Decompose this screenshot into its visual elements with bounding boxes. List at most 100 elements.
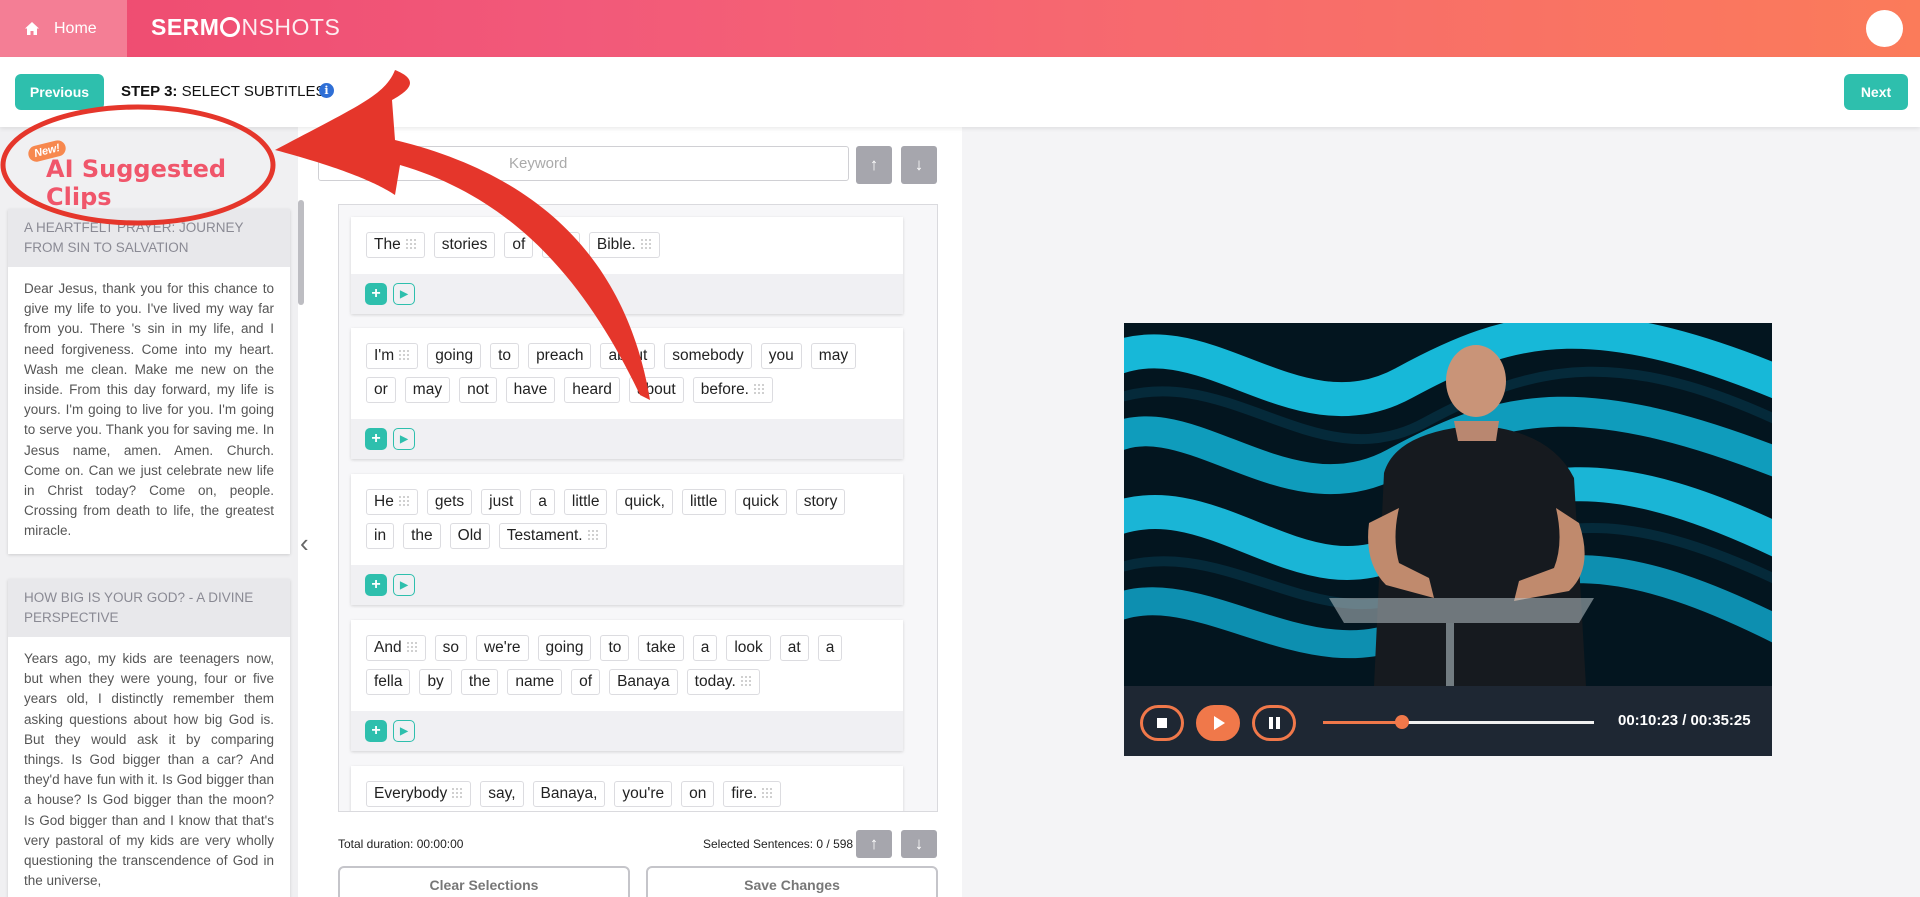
subtitle-word[interactable]: about — [628, 377, 684, 403]
subtitle-word[interactable]: Everybody — [366, 781, 472, 807]
user-avatar[interactable] — [1866, 10, 1903, 47]
subtitle-word[interactable]: by — [419, 669, 452, 695]
subtitle-word[interactable]: the — [403, 523, 441, 549]
video-player[interactable]: 00:10:23 / 00:35:25 — [1124, 323, 1772, 756]
subtitle-word[interactable]: have — [505, 377, 556, 403]
drag-handle-icon[interactable] — [404, 238, 417, 250]
play-sentence-icon[interactable]: ▶ — [393, 428, 415, 450]
subtitle-word[interactable]: little — [681, 489, 726, 515]
subtitle-word[interactable]: Testament. — [498, 523, 607, 549]
play-sentence-icon[interactable]: ▶ — [393, 720, 415, 742]
drag-handle-icon[interactable] — [739, 675, 752, 687]
subtitle-word[interactable]: Banaya, — [532, 781, 606, 807]
subtitle-word[interactable]: you — [760, 343, 802, 369]
subtitle-word[interactable]: Banaya — [609, 669, 678, 695]
subtitle-word[interactable]: on — [681, 781, 715, 807]
subtitle-word[interactable]: quick, — [616, 489, 673, 515]
pause-icon[interactable] — [1252, 705, 1296, 741]
subtitle-word[interactable]: going — [537, 635, 592, 661]
subtitle-word[interactable]: I'm — [366, 343, 419, 369]
next-button[interactable]: Next — [1844, 74, 1908, 110]
subtitle-word[interactable]: somebody — [664, 343, 752, 369]
subtitle-word[interactable]: the — [542, 232, 580, 258]
drag-handle-icon[interactable] — [753, 383, 765, 395]
save-changes-button[interactable]: Save Changes — [646, 866, 938, 897]
subtitle-word[interactable]: story — [795, 489, 846, 515]
subtitle-word[interactable]: to — [600, 635, 630, 661]
subtitle-word[interactable]: to — [490, 343, 520, 369]
subtitle-word[interactable]: not — [459, 377, 497, 403]
stop-icon[interactable] — [1140, 705, 1184, 741]
subtitle-word[interactable]: He — [366, 489, 418, 515]
subtitle-word[interactable]: gets — [426, 489, 473, 515]
ai-clip-card[interactable]: HOW BIG IS YOUR GOD? - A DIVINE PERSPECT… — [8, 579, 290, 897]
subtitle-word[interactable]: at — [779, 635, 809, 661]
subtitle-word[interactable]: And — [366, 635, 426, 661]
play-icon[interactable] — [1196, 705, 1240, 741]
subtitle-word[interactable]: you're — [614, 781, 673, 807]
subtitle-word[interactable]: fire. — [723, 781, 782, 807]
subtitle-word[interactable]: so — [434, 635, 467, 661]
add-sentence-plus-icon[interactable]: + — [365, 428, 387, 450]
subtitle-word[interactable]: Old — [449, 523, 490, 549]
app-logo[interactable]: SERM NSHOTS — [151, 14, 340, 41]
home-button[interactable]: Home — [0, 0, 127, 57]
subtitle-word[interactable]: name — [507, 669, 563, 695]
subtitle-list-scrollbar[interactable] — [937, 207, 938, 807]
subtitle-word[interactable]: we're — [475, 635, 529, 661]
drag-handle-icon[interactable] — [405, 641, 418, 653]
play-sentence-icon[interactable]: ▶ — [393, 574, 415, 596]
subtitle-word[interactable]: in — [366, 523, 395, 549]
subtitle-word[interactable]: The — [366, 232, 425, 258]
subtitle-word[interactable]: quick — [734, 489, 787, 515]
subtitle-word[interactable]: little — [563, 489, 608, 515]
search-prev-arrow-up-icon[interactable]: ↑ — [856, 146, 892, 184]
selection-prev-arrow-up-icon[interactable]: ↑ — [856, 830, 892, 858]
subtitle-word[interactable]: take — [638, 635, 684, 661]
ai-panel-scrollbar[interactable] — [298, 200, 304, 305]
subtitle-panel: Keyword ↑ ↓ The stories of the Bible. + ▶ I'… — [318, 127, 961, 897]
subtitle-word[interactable]: preach — [528, 343, 592, 369]
drag-handle-icon[interactable] — [397, 495, 410, 507]
add-sentence-plus-icon[interactable]: + — [365, 574, 387, 596]
drag-handle-icon[interactable] — [639, 238, 652, 250]
seek-handle[interactable] — [1394, 715, 1409, 729]
drag-handle-icon[interactable] — [761, 787, 774, 799]
play-sentence-icon[interactable]: ▶ — [393, 283, 415, 305]
drag-handle-icon[interactable] — [398, 349, 411, 361]
subtitle-word[interactable]: today. — [686, 669, 760, 695]
subtitle-word[interactable]: going — [427, 343, 482, 369]
subtitle-word[interactable]: a — [817, 635, 843, 661]
subtitle-word[interactable]: before. — [692, 377, 773, 403]
keyword-search-input[interactable]: Keyword — [318, 146, 849, 181]
subtitle-word[interactable]: the — [460, 669, 499, 695]
subtitle-word[interactable]: about — [600, 343, 656, 369]
selection-next-arrow-down-icon[interactable]: ↓ — [901, 830, 937, 858]
drag-handle-icon[interactable] — [451, 787, 464, 799]
collapse-panel-chevron-icon[interactable]: ‹ — [300, 528, 309, 559]
previous-button[interactable]: Previous — [15, 74, 104, 110]
subtitle-word[interactable]: or — [366, 377, 396, 403]
subtitle-word[interactable]: may — [404, 377, 451, 403]
subtitle-word[interactable]: a — [530, 489, 555, 515]
subtitle-word[interactable]: stories — [433, 232, 496, 258]
clear-selections-button[interactable]: Clear Selections — [338, 866, 630, 897]
subtitle-word[interactable]: a — [692, 635, 718, 661]
subtitle-word[interactable]: look — [726, 635, 771, 661]
drag-handle-icon[interactable] — [586, 529, 599, 541]
subtitle-word[interactable]: Bible. — [588, 232, 660, 258]
subtitle-word[interactable]: of — [504, 232, 534, 258]
add-sentence-plus-icon[interactable]: + — [365, 283, 387, 305]
subtitle-word[interactable]: say, — [480, 781, 524, 807]
add-sentence-plus-icon[interactable]: + — [365, 720, 387, 742]
info-icon[interactable]: i — [319, 83, 334, 98]
sentence-actions: + ▶ — [351, 711, 903, 751]
ai-clip-card[interactable]: A HEARTFELT PRAYER: JOURNEY FROM SIN TO … — [8, 209, 290, 554]
subtitle-word[interactable]: fella — [366, 669, 411, 695]
video-seek-bar[interactable] — [1323, 715, 1594, 729]
subtitle-word[interactable]: just — [481, 489, 522, 515]
subtitle-word[interactable]: may — [810, 343, 857, 369]
subtitle-word[interactable]: heard — [564, 377, 620, 403]
search-next-arrow-down-icon[interactable]: ↓ — [901, 146, 937, 184]
subtitle-word[interactable]: of — [571, 669, 601, 695]
